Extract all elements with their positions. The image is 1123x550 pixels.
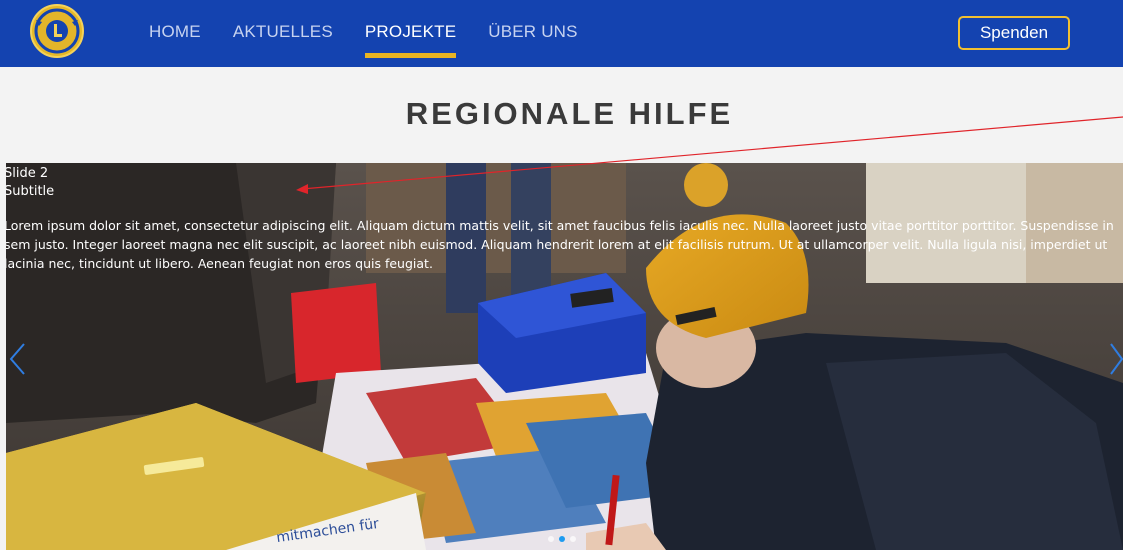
slider-pagination — [548, 536, 576, 542]
nav-projekte[interactable]: PROJEKTE — [364, 22, 457, 58]
nav-home[interactable]: HOME — [149, 22, 201, 42]
main-nav: HOME AKTUELLES PROJEKTE ÜBER UNS — [149, 22, 610, 58]
slider-prev-button[interactable] — [8, 342, 26, 376]
chevron-right-icon — [1110, 343, 1123, 375]
donate-button[interactable]: Spenden — [958, 16, 1070, 50]
lions-emblem-icon — [34, 8, 80, 54]
nav-ueber-uns[interactable]: ÜBER UNS — [488, 22, 577, 42]
top-navbar: HOME AKTUELLES PROJEKTE ÜBER UNS Spenden — [0, 0, 1123, 67]
section-title: REGIONALE HILFE — [405, 96, 734, 131]
slide-text: Lorem ipsum dolor sit amet, consectetur … — [6, 218, 1114, 271]
chevron-left-icon — [9, 343, 25, 375]
slider-dot-2[interactable] — [559, 536, 565, 542]
nav-aktuelles[interactable]: AKTUELLES — [233, 22, 333, 42]
lions-logo[interactable] — [30, 4, 84, 58]
slide-title: Slide 2 — [6, 166, 49, 181]
slide-subtitle: Subtitle — [6, 184, 55, 199]
image-slider[interactable]: mitmachen für Slide 2 Subtitle Lorem ips… — [6, 163, 1123, 550]
slider-dot-1[interactable] — [548, 536, 554, 542]
slide-caption: Slide 2 Subtitle Lorem ipsum dolor sit a… — [6, 165, 1123, 273]
slider-next-button[interactable] — [1108, 342, 1123, 376]
slider-dot-3[interactable] — [570, 536, 576, 542]
